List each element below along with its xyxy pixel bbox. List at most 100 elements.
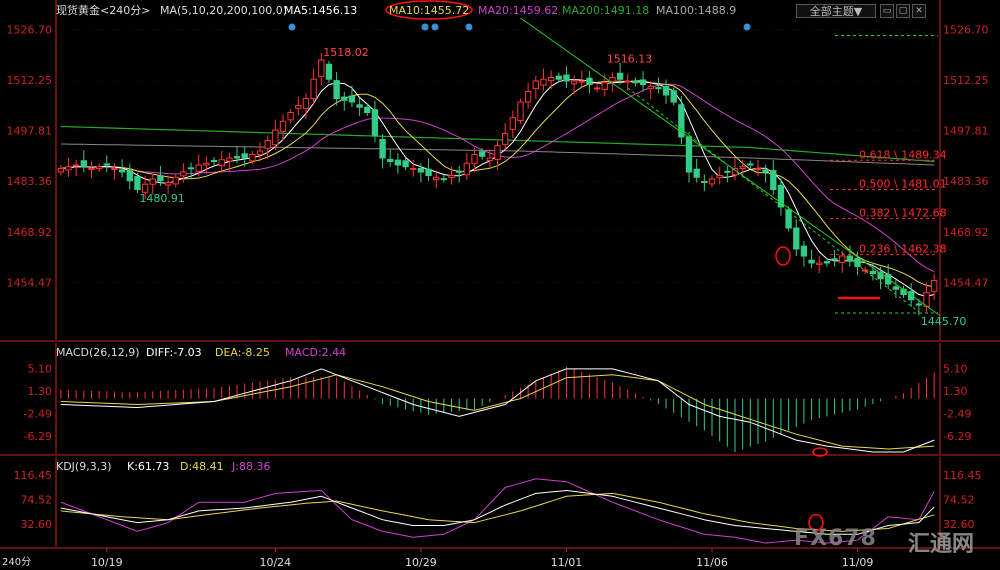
candle-body: [80, 160, 87, 168]
candle-body: [601, 82, 608, 90]
macd-y-tick-right: -2.49: [943, 407, 971, 420]
candle-body: [279, 120, 287, 132]
candle-body: [203, 162, 210, 166]
candle-body: [72, 164, 80, 167]
kdj-y-tick-right: 74.52: [943, 494, 975, 507]
candle-body: [187, 167, 195, 170]
period-label[interactable]: 240分: [2, 556, 31, 570]
candle-body: [272, 129, 279, 146]
candle-body: [762, 169, 769, 173]
candle-body: [57, 168, 65, 173]
candle-body: [417, 168, 425, 173]
candle-body: [172, 176, 179, 185]
x-tick-label: 11/01: [551, 556, 583, 569]
theme-dropdown-button[interactable]: 全部主题▼: [796, 4, 876, 18]
kdj-params: KDJ(9,3,3): [56, 460, 112, 473]
candle-body: [816, 262, 823, 265]
macd-dea-value: DEA:-8.25: [215, 346, 270, 359]
candle-body: [111, 168, 118, 170]
candle-body: [149, 178, 156, 185]
x-tick-label: 11/06: [696, 556, 728, 569]
macd-y-tick-left: -6.29: [24, 430, 52, 443]
candle-body: [547, 77, 555, 82]
candle-body: [616, 72, 624, 80]
candle-body: [195, 164, 202, 172]
candle-body: [356, 104, 363, 108]
candle-body: [915, 303, 923, 306]
candle-body: [410, 168, 417, 171]
candle-body: [425, 168, 432, 176]
event-dot: [288, 23, 296, 31]
candle-body: [164, 182, 172, 186]
candle-body: [685, 136, 693, 173]
candle-body: [249, 154, 256, 162]
candle-body: [892, 286, 900, 290]
kdj-y-tick-left: 74.52: [21, 494, 53, 507]
candle-body: [708, 178, 716, 185]
close-icon[interactable]: ✕: [912, 4, 926, 18]
price-y-tick-right: 1468.92: [943, 226, 989, 239]
candle-body: [486, 157, 494, 161]
fib-level-label: 0.500 \ 1481.01: [859, 177, 947, 190]
price-extreme-label: 1480.91: [139, 192, 185, 205]
candle-body: [295, 105, 302, 109]
event-dot: [743, 23, 751, 31]
x-tick-label: 11/09: [842, 556, 874, 569]
candle-body: [609, 77, 616, 82]
candle-body: [593, 87, 601, 90]
candle-body: [180, 171, 187, 177]
price-y-tick-right: 1526.70: [943, 24, 989, 37]
price-y-tick-right: 1512.25: [943, 74, 989, 87]
event-dot: [431, 23, 439, 31]
ma-params: MA(5,10,20,200,100,0): [160, 4, 288, 17]
candle-body: [831, 258, 838, 261]
candle-body: [348, 95, 356, 103]
x-tick-label: 10/19: [91, 556, 123, 569]
price-y-tick-left: 1497.81: [7, 125, 53, 138]
candle-body: [287, 112, 294, 121]
chart-window: 1526.70 1526.70 1512.25 1512.25 1497.81 1497.…: [0, 0, 1000, 570]
candle-body: [310, 78, 317, 99]
macd-y-tick-left: 1.30: [28, 385, 53, 398]
restore-icon[interactable]: ▢: [896, 4, 910, 18]
candle-body: [333, 80, 340, 100]
candle-body: [555, 75, 562, 80]
macd-params: MACD(26,12,9): [56, 346, 140, 359]
candle-body: [754, 168, 762, 170]
fib-level-label: 0.618 \ 1489.34: [859, 148, 947, 161]
candle-body: [501, 133, 509, 145]
macd-y-tick-left: 5.10: [28, 362, 53, 375]
candle-body: [578, 80, 585, 83]
candle-body: [226, 157, 233, 162]
candle-body: [218, 159, 225, 167]
price-extreme-label: 1445.70: [921, 315, 967, 328]
price-y-tick-left: 1468.92: [7, 226, 53, 239]
candle-body: [126, 170, 133, 182]
candle-body: [448, 175, 455, 179]
ma20-value: MA20:1459.62: [478, 4, 559, 17]
candle-body: [670, 90, 677, 103]
chart-canvas: 1526.70 1526.70 1512.25 1512.25 1497.81 1497.…: [0, 0, 1000, 570]
candle-body: [839, 255, 846, 263]
candle-body: [563, 74, 570, 82]
candle-body: [647, 85, 654, 90]
candle-body: [639, 79, 647, 85]
candle-body: [134, 176, 141, 191]
candle-body: [379, 138, 386, 159]
price-y-tick-left: 1526.70: [7, 24, 53, 37]
price-y-tick-left: 1512.25: [7, 74, 53, 87]
candle-body: [532, 80, 539, 90]
candle-body: [471, 154, 478, 164]
candle-body: [463, 162, 471, 176]
candle-body: [456, 170, 463, 173]
candle-body: [302, 98, 310, 109]
ma100-value: MA100:1488.9: [656, 4, 737, 17]
price-y-tick-right: 1454.47: [943, 276, 989, 289]
price-extreme-label: 1516.13: [607, 53, 653, 66]
candle-body: [693, 168, 700, 178]
ma10-value: MA10:1455.72: [389, 4, 470, 17]
minimize-icon[interactable]: ▭: [880, 4, 894, 18]
candle-body: [662, 86, 670, 96]
candle-body: [440, 178, 448, 181]
kdj-j-value: J:88.36: [232, 460, 271, 473]
